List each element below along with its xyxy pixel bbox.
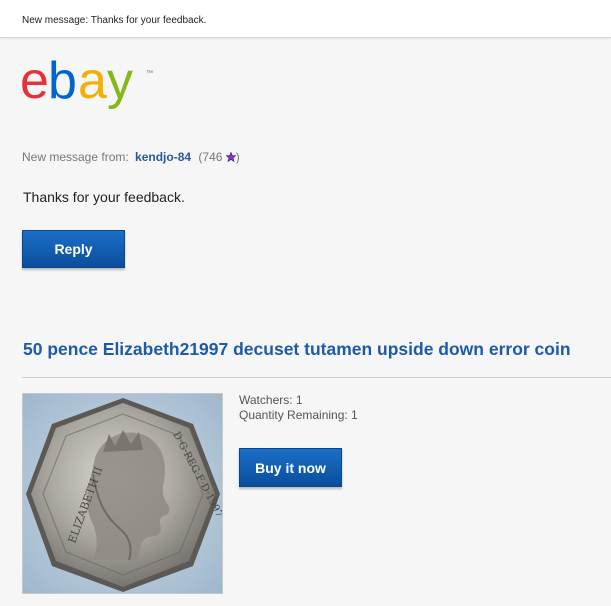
reply-button[interactable]: Reply [22, 230, 125, 268]
logo-letter-e: e [20, 58, 47, 110]
item-image[interactable]: ELIZABETH II D·G·REG·F·D·1997 [22, 393, 223, 594]
ebay-logo[interactable]: e b a y ™ [20, 52, 160, 119]
logo-letter-a: a [78, 58, 107, 110]
feedback-score-close: ) [235, 150, 240, 164]
logo-letter-y: y [107, 58, 133, 110]
sender-link[interactable]: kendjo-84 [135, 150, 191, 164]
logo-letter-b: b [48, 58, 77, 110]
divider [22, 377, 611, 378]
notification-text: New message: Thanks for your feedback. [22, 15, 207, 26]
feedback-score[interactable]: (746 ) [198, 150, 239, 164]
star-icon [225, 151, 237, 165]
notification-bar: New message: Thanks for your feedback. [0, 0, 611, 38]
logo-trademark: ™ [146, 70, 153, 77]
from-prefix: New message from: [22, 150, 129, 164]
buy-it-now-button[interactable]: Buy it now [239, 448, 342, 487]
message-from-line: New message from: kendjo-84 (746 ) [22, 150, 240, 165]
quantity-remaining: Quantity Remaining: 1 [239, 408, 358, 422]
feedback-score-value: (746 [198, 150, 223, 164]
item-title-link[interactable]: 50 pence Elizabeth21997 decuset tutamen … [23, 339, 571, 360]
coin-image: ELIZABETH II D·G·REG·F·D·1997 [23, 394, 222, 593]
email-page: New message: Thanks for your feedback. e… [0, 0, 611, 606]
message-body: Thanks for your feedback. [23, 189, 185, 205]
watchers-count: Watchers: 1 [239, 393, 303, 407]
